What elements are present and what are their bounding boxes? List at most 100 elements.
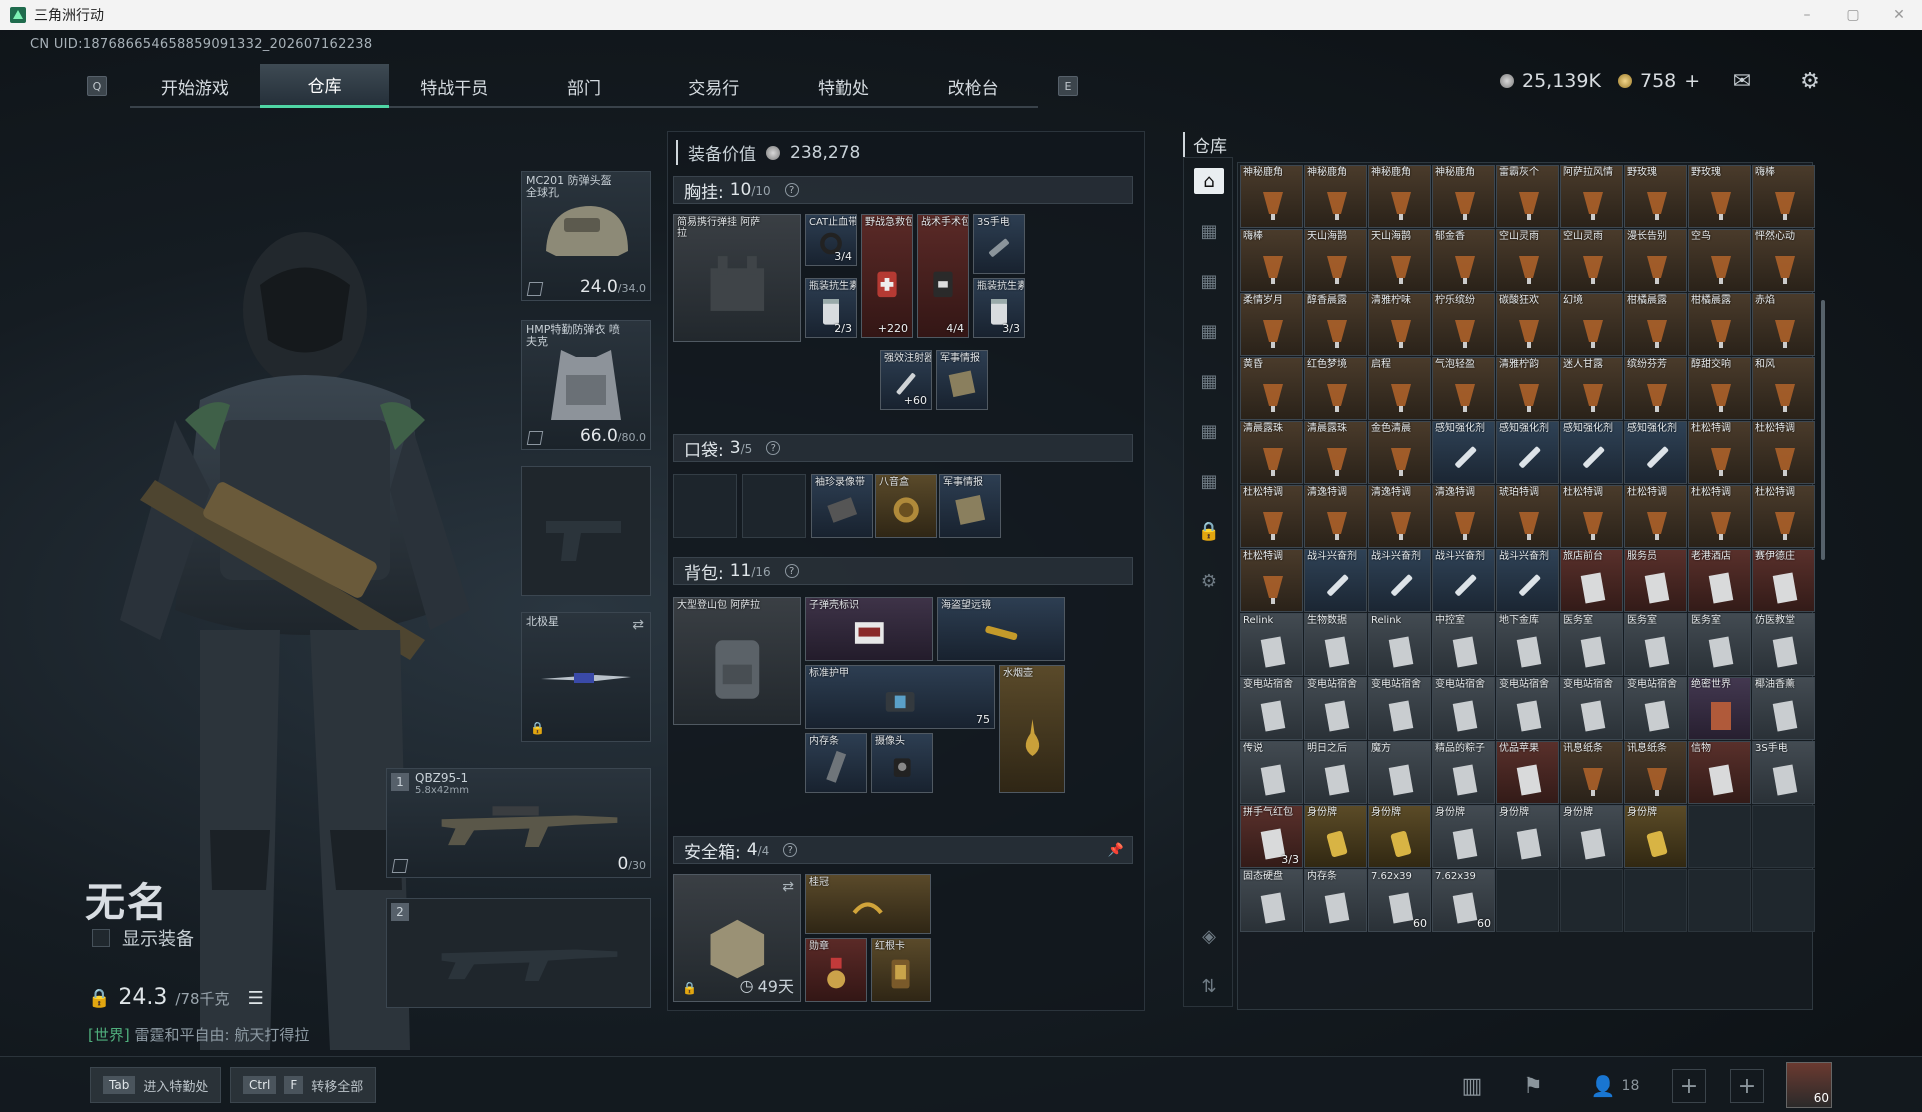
help-icon[interactable]: ?	[784, 183, 799, 197]
warehouse-item[interactable]: 清雅柠味	[1368, 293, 1431, 356]
warehouse-item[interactable]: 杜松特调	[1688, 485, 1751, 548]
warehouse-item[interactable]: 医务室	[1688, 613, 1751, 676]
warehouse-item[interactable]: 中控室	[1432, 613, 1495, 676]
tab-6[interactable]: 改枪台	[908, 64, 1038, 108]
warehouse-item[interactable]: 战斗兴奋剂	[1496, 549, 1559, 612]
warehouse-item[interactable]: 仿医教堂	[1752, 613, 1815, 676]
warehouse-item[interactable]: 杜松特调	[1624, 485, 1687, 548]
warehouse-scrollbar[interactable]	[1821, 300, 1825, 560]
warehouse-item[interactable]: 清逸特调	[1304, 485, 1367, 548]
warehouse-item[interactable]: 信物	[1688, 741, 1751, 804]
warehouse-item[interactable]: 清雅柠韵	[1496, 357, 1559, 420]
safe-box-item[interactable]: ⇄ 🔒 ◷ 49天	[673, 874, 801, 1002]
warehouse-item[interactable]: 野玫瑰	[1624, 165, 1687, 228]
warehouse-item[interactable]: 老港酒店	[1688, 549, 1751, 612]
warehouse-item[interactable]: 7.62x39 60	[1432, 869, 1495, 932]
warehouse-item[interactable]: 精品的粽子	[1432, 741, 1495, 804]
item-tile[interactable]: 海盗望远镜	[937, 597, 1065, 661]
tab-2[interactable]: 特战干员	[389, 64, 519, 108]
warehouse-item[interactable]: 怦然心动	[1752, 229, 1815, 292]
item-tile[interactable]: 野战急救包 +220	[861, 214, 913, 338]
warehouse-item[interactable]: Relink	[1368, 613, 1431, 676]
close-button[interactable]: ✕	[1876, 0, 1922, 30]
warehouse-item[interactable]: 身份牌	[1560, 805, 1623, 868]
warehouse-empty-cell[interactable]	[1624, 869, 1687, 932]
secondary-weapon-slot[interactable]: 2	[386, 898, 651, 1008]
warehouse-item[interactable]: 传说	[1240, 741, 1303, 804]
warehouse-item[interactable]: 雷霸灰个	[1496, 165, 1559, 228]
warehouse-item[interactable]: 医务室	[1560, 613, 1623, 676]
warehouse-item[interactable]: 阿萨拉风情	[1560, 165, 1623, 228]
armor-slot[interactable]: HMP特勤防弹衣 喷夫克 66.0/80.0	[521, 320, 651, 450]
warehouse-empty-cell[interactable]	[1752, 805, 1815, 868]
stack-layers-icon[interactable]: ◈	[1194, 923, 1224, 949]
nav-next-key[interactable]: E	[1058, 76, 1078, 96]
warehouse-item[interactable]: 拼手气红包 3/3	[1240, 805, 1303, 868]
item-tile[interactable]: 水烟壶	[999, 665, 1065, 793]
warehouse-item[interactable]: 生物数据	[1304, 613, 1367, 676]
warehouse-item[interactable]: 医务室	[1624, 613, 1687, 676]
warehouse-item[interactable]: 杜松特调	[1688, 421, 1751, 484]
item-tile[interactable]: 袖珍录像带	[811, 474, 873, 538]
warehouse-item[interactable]: 天山海鹊	[1368, 229, 1431, 292]
warehouse-item[interactable]: 7.62x39 60	[1368, 869, 1431, 932]
warehouse-item[interactable]: 迷人甘露	[1560, 357, 1623, 420]
warehouse-all-tab-icon[interactable]: ⌂	[1194, 168, 1224, 194]
warehouse-item[interactable]: 杜松特调	[1560, 485, 1623, 548]
warehouse-item[interactable]: 琥珀特调	[1496, 485, 1559, 548]
warehouse-item[interactable]: 杜松特调	[1752, 421, 1815, 484]
warehouse-item[interactable]: 变电站宿舍	[1304, 677, 1367, 740]
item-tile[interactable]: 军事情报	[936, 350, 988, 410]
warehouse-item[interactable]: 旅店前台	[1560, 549, 1623, 612]
warehouse-item[interactable]: 幻境	[1560, 293, 1623, 356]
item-tile[interactable]: 3S手电	[973, 214, 1025, 274]
transfer-all-button[interactable]: Ctrl F 转移全部	[230, 1067, 377, 1103]
warehouse-item[interactable]: 嗨棒	[1752, 165, 1815, 228]
player-avatar[interactable]: 60	[1786, 1062, 1832, 1108]
warehouse-item[interactable]: 椰油香薰	[1752, 677, 1815, 740]
invite-slot-1[interactable]: +	[1672, 1069, 1706, 1103]
world-chat[interactable]: [世界] 雷霆和平自由: 航天打得拉	[88, 1024, 309, 1045]
warehouse-item[interactable]: 身份牌	[1432, 805, 1495, 868]
warehouse-item[interactable]: 神秘鹿角	[1304, 165, 1367, 228]
add-gold-button[interactable]: +	[1684, 70, 1700, 92]
warehouse-item[interactable]: 变电站宿舍	[1560, 677, 1623, 740]
warehouse-item[interactable]: 漫长告别	[1624, 229, 1687, 292]
tab-5[interactable]: 特勤处	[779, 64, 909, 108]
warehouse-item[interactable]: 缤纷芬芳	[1624, 357, 1687, 420]
warehouse-item[interactable]: 神秘鹿角	[1368, 165, 1431, 228]
melee-slot[interactable]: 北极星 ⇄ 🔒	[521, 612, 651, 742]
warehouse-item[interactable]: 服务员	[1624, 549, 1687, 612]
warehouse-item[interactable]: 变电站宿舍	[1624, 677, 1687, 740]
warehouse-item[interactable]: 野玫瑰	[1688, 165, 1751, 228]
maximize-button[interactable]: ▢	[1830, 0, 1876, 30]
item-tile[interactable]: 瓶装抗生素 3/3	[973, 278, 1025, 338]
warehouse-item[interactable]: 战斗兴奋剂	[1432, 549, 1495, 612]
warehouse-item[interactable]: 身份牌	[1304, 805, 1367, 868]
warehouse-item[interactable]: 优品苹果	[1496, 741, 1559, 804]
warehouse-item[interactable]: 赛伊德庄	[1752, 549, 1815, 612]
tab-3[interactable]: 部门	[519, 64, 649, 108]
warehouse-item[interactable]: 内存条	[1304, 869, 1367, 932]
warehouse-item[interactable]: 神秘鹿角	[1432, 165, 1495, 228]
sort-icon[interactable]: ⇅	[1194, 973, 1224, 999]
warehouse-item[interactable]: 身份牌	[1624, 805, 1687, 868]
warehouse-item[interactable]: 红色梦境	[1304, 357, 1367, 420]
warehouse-item[interactable]: Relink	[1240, 613, 1303, 676]
chest-rig-item[interactable]: 简易携行弹挂 阿萨拉	[673, 214, 801, 342]
warehouse-item[interactable]: 3S手电	[1752, 741, 1815, 804]
warehouse-tab-1-icon[interactable]: ▦	[1194, 218, 1224, 244]
friends-button[interactable]: 👤 18	[1585, 1069, 1645, 1103]
warehouse-item[interactable]: 柠乐缤纷	[1432, 293, 1495, 356]
warehouse-item[interactable]: 明日之后	[1304, 741, 1367, 804]
backpack-item[interactable]: 大型登山包 阿萨拉	[673, 597, 801, 725]
tab-1[interactable]: 仓库	[259, 64, 390, 108]
warehouse-item[interactable]: 醇香晨露	[1304, 293, 1367, 356]
warehouse-item[interactable]: 地下金库	[1496, 613, 1559, 676]
show-equipment-checkbox[interactable]	[92, 929, 110, 947]
pistol-slot-empty[interactable]	[521, 466, 651, 596]
warehouse-item[interactable]: 郁金香	[1432, 229, 1495, 292]
warehouse-item[interactable]: 碳酸狂欢	[1496, 293, 1559, 356]
warehouse-item[interactable]: 清晨露珠	[1240, 421, 1303, 484]
tab-4[interactable]: 交易行	[649, 64, 779, 108]
